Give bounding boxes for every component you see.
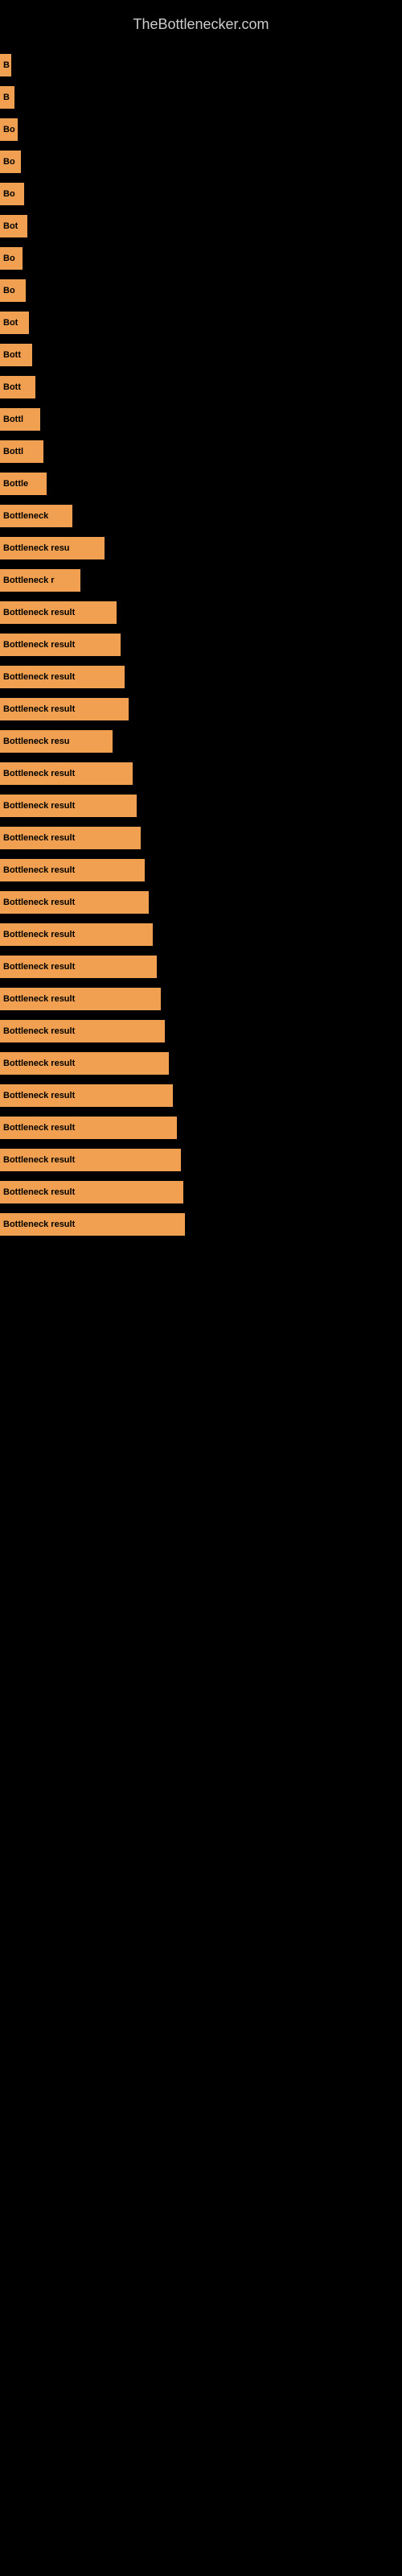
bar-row: Bottleneck result: [0, 790, 402, 822]
bar-label: Bottl: [0, 440, 43, 463]
page-container: TheBottlenecker.com BB Bo Bo Bo Bot Bo Bo Bot Bo…: [0, 0, 402, 2576]
bar-label: Bottleneck result: [0, 1181, 183, 1203]
bar-row: Bottleneck result: [0, 951, 402, 983]
bar-label: Bottle: [0, 473, 47, 495]
bar-label: Bottleneck result: [0, 1213, 185, 1236]
bar-label: Bott: [0, 344, 32, 366]
bar-row: Bottleneck: [0, 500, 402, 532]
bar-row: Bottleneck result: [0, 983, 402, 1015]
bar-row: Bottleneck result: [0, 629, 402, 661]
bar-row: Bottleneck result: [0, 1208, 402, 1241]
bar-label: Bo: [0, 279, 26, 302]
bar-label: Bottleneck result: [0, 1149, 181, 1171]
bar-label: Bottleneck result: [0, 827, 141, 849]
bar-label: Bo: [0, 151, 21, 173]
bar-row: Bottleneck result: [0, 1080, 402, 1112]
bar-label: Bottleneck result: [0, 923, 153, 946]
bar-label: Bottleneck result: [0, 698, 129, 720]
bar-row: Bot: [0, 307, 402, 339]
bar-label: B: [0, 86, 14, 109]
bar-row: Bottleneck result: [0, 1144, 402, 1176]
bar-label: Bottleneck result: [0, 1052, 169, 1075]
bar-label: Bottleneck: [0, 505, 72, 527]
bar-row: Bottleneck result: [0, 1176, 402, 1208]
bar-label: Bottleneck result: [0, 795, 137, 817]
bar-row: Bottleneck result: [0, 919, 402, 951]
bar-row: Bo: [0, 275, 402, 307]
bar-label: Bottleneck resu: [0, 537, 105, 559]
bar-label: Bo: [0, 247, 23, 270]
bar-row: Bottleneck result: [0, 1112, 402, 1144]
bar-row: Bottleneck result: [0, 1047, 402, 1080]
bar-row: Bottleneck result: [0, 886, 402, 919]
bar-row: Bottleneck result: [0, 1015, 402, 1047]
bar-row: Bo: [0, 114, 402, 146]
bar-row: Bottl: [0, 403, 402, 436]
bar-label: Bottleneck result: [0, 956, 157, 978]
bar-row: Bottleneck resu: [0, 532, 402, 564]
bar-row: Bottleneck result: [0, 758, 402, 790]
bar-row: Bottleneck resu: [0, 725, 402, 758]
bar-label: Bottleneck resu: [0, 730, 113, 753]
bar-row: Bottleneck result: [0, 822, 402, 854]
bars-container: BB Bo Bo Bo Bot Bo Bo Bot Bott Bott Bottl Bottl Bott…: [0, 49, 402, 1241]
bar-label: Bo: [0, 118, 18, 141]
bar-row: Bottl: [0, 436, 402, 468]
bar-row: B: [0, 49, 402, 81]
bar-label: Bottleneck result: [0, 988, 161, 1010]
site-title: TheBottlenecker.com: [0, 8, 402, 49]
bar-label: Bot: [0, 312, 29, 334]
bar-label: Bottleneck result: [0, 891, 149, 914]
bar-label: Bottleneck result: [0, 1117, 177, 1139]
bar-row: Bo: [0, 146, 402, 178]
bar-label: Bottleneck result: [0, 634, 121, 656]
bar-row: Bottleneck result: [0, 597, 402, 629]
bar-row: Bottleneck result: [0, 693, 402, 725]
bar-row: Bottleneck result: [0, 854, 402, 886]
bar-label: Bottleneck result: [0, 1020, 165, 1042]
bar-row: Bottleneck result: [0, 661, 402, 693]
bar-label: Bottleneck r: [0, 569, 80, 592]
bar-label: Bottleneck result: [0, 601, 117, 624]
bar-row: Bott: [0, 371, 402, 403]
bar-label: Bott: [0, 376, 35, 398]
bar-row: Bot: [0, 210, 402, 242]
bar-row: Bott: [0, 339, 402, 371]
bar-label: Bottleneck result: [0, 859, 145, 881]
bar-row: Bottleneck r: [0, 564, 402, 597]
bar-row: Bo: [0, 178, 402, 210]
bar-label: Bo: [0, 183, 24, 205]
bar-label: Bot: [0, 215, 27, 237]
bar-label: B: [0, 54, 11, 76]
bar-label: Bottl: [0, 408, 40, 431]
bar-label: Bottleneck result: [0, 666, 125, 688]
bar-row: Bottle: [0, 468, 402, 500]
bar-label: Bottleneck result: [0, 762, 133, 785]
bar-row: Bo: [0, 242, 402, 275]
bar-label: Bottleneck result: [0, 1084, 173, 1107]
bar-row: B: [0, 81, 402, 114]
